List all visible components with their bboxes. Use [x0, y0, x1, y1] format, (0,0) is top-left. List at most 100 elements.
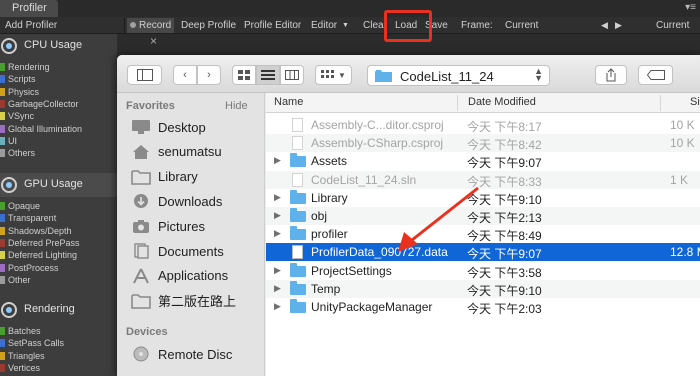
frame-value: Current	[505, 20, 539, 31]
profiler-module-3[interactable]: Rendering	[0, 298, 117, 322]
legend-swatch	[0, 124, 5, 133]
sidebar-item[interactable]: Remote Disc	[131, 344, 232, 364]
deep-profile-button[interactable]: Deep Profile	[178, 18, 239, 33]
tags-button[interactable]	[638, 65, 673, 85]
close-icon[interactable]: ×	[150, 34, 157, 48]
file-date: 今天 下午2:03	[467, 302, 542, 316]
updown-arrows-icon: ▲ ▼	[534, 66, 543, 83]
legend-item[interactable]: Others	[0, 147, 35, 159]
downloads-icon	[131, 193, 151, 209]
legend-label: UI	[8, 135, 17, 146]
legend-label: Vertices	[8, 362, 41, 373]
disclosure-triangle-icon[interactable]: ▶	[274, 283, 281, 294]
sidebar-item[interactable]: Desktop	[131, 117, 206, 137]
sidebar-toggle-button[interactable]	[127, 65, 162, 85]
sidebar-item[interactable]: Library	[131, 167, 198, 187]
editor-dropdown[interactable]: Editor	[308, 18, 340, 33]
sidebar-item[interactable]: 第二版在路上	[131, 291, 236, 311]
sidebar-item[interactable]: Downloads	[131, 191, 222, 211]
file-row[interactable]: ▶ obj 今天 下午2:13	[266, 207, 700, 225]
column-view-button[interactable]	[280, 65, 304, 85]
record-icon	[130, 22, 136, 28]
disclosure-triangle-icon[interactable]: ▶	[274, 210, 281, 221]
legend-item[interactable]: Scripts	[0, 73, 36, 85]
share-button[interactable]	[595, 65, 627, 85]
file-row[interactable]: CodeList_11_24.sln 今天 下午8:33 1 K	[266, 170, 700, 189]
chevron-down-icon: ▼	[338, 70, 346, 80]
file-row[interactable]: ▶ profiler 今天 下午8:49	[266, 225, 700, 243]
disclosure-triangle-icon[interactable]: ▶	[274, 301, 281, 312]
legend-item[interactable]: VSync	[0, 110, 34, 122]
profiler-tab[interactable]: Profiler	[0, 0, 58, 17]
legend-item[interactable]: Rendering	[0, 61, 50, 73]
sidebar-item[interactable]: Documents	[131, 241, 224, 261]
disclosure-triangle-icon[interactable]: ▶	[274, 265, 281, 276]
sidebar-item[interactable]: Applications	[131, 266, 228, 286]
applications-icon	[131, 268, 151, 284]
file-row[interactable]: ▶ Library 今天 下午9:10	[266, 189, 700, 207]
file-row[interactable]: ▶ Assets 今天 下午9:07	[266, 152, 700, 170]
icon-view-button[interactable]	[232, 65, 256, 85]
legend-item[interactable]: Deferred Lighting	[0, 249, 77, 261]
legend-item[interactable]: Triangles	[0, 350, 45, 362]
legend-item[interactable]: Other	[0, 274, 31, 286]
legend-item[interactable]: Vertices	[0, 362, 40, 374]
disclosure-triangle-icon[interactable]: ▶	[274, 228, 281, 239]
column-header-name[interactable]: Name	[274, 96, 303, 108]
sidebar-item-label: Pictures	[158, 218, 205, 234]
hide-favorites-button[interactable]: Hide	[225, 100, 248, 112]
next-frame-icon[interactable]: ▶	[612, 18, 625, 33]
column-header-date[interactable]: Date Modified	[468, 96, 536, 108]
current-frame-button[interactable]: Current	[653, 18, 692, 33]
file-name: ProfilerData_090727.data	[311, 245, 448, 260]
legend-item[interactable]: SetPass Calls	[0, 337, 64, 349]
list-view-button[interactable]	[256, 65, 280, 85]
legend-swatch	[0, 63, 5, 71]
legend-item[interactable]: UI	[0, 135, 17, 147]
forward-button[interactable]: ›	[197, 65, 221, 85]
profiler-module-2[interactable]: GPU Usage	[0, 173, 117, 197]
favorites-header: Favorites	[126, 100, 175, 112]
tab-menu-icon[interactable]: ▾≡	[685, 2, 696, 13]
back-button[interactable]: ‹	[173, 65, 197, 85]
sidebar-item[interactable]: Pictures	[131, 216, 205, 236]
legend-item[interactable]: Transparent	[0, 212, 56, 224]
file-row[interactable]: ▶ Temp 今天 下午9:10	[266, 279, 700, 298]
column-divider[interactable]	[457, 95, 458, 111]
legend-item[interactable]: Opaque	[0, 200, 40, 212]
legend-label: GarbageCollector	[8, 98, 79, 109]
profile-editor-button[interactable]: Profile Editor	[241, 18, 304, 33]
file-size: 10 K	[670, 136, 695, 151]
disclosure-triangle-icon[interactable]: ▶	[274, 155, 281, 166]
editor-dropdown-arrow-icon[interactable]: ▼	[339, 18, 352, 33]
record-button[interactable]: Record	[127, 18, 175, 33]
legend-item[interactable]: PostProcess	[0, 262, 59, 274]
profiler-module-1[interactable]: CPU Usage	[0, 34, 117, 58]
column-view-icon	[285, 70, 299, 80]
column-divider[interactable]	[660, 95, 661, 111]
file-row[interactable]: ▶ UnityPackageManager 今天 下午2:03	[266, 298, 700, 316]
add-profiler-dropdown[interactable]: Add Profiler	[2, 18, 60, 33]
file-row[interactable]: ▶ ProjectSettings 今天 下午3:58	[266, 262, 700, 280]
legend-label: Batches	[8, 326, 41, 336]
arrange-dropdown[interactable]: ▼	[315, 65, 352, 85]
tag-icon	[646, 70, 665, 80]
file-row[interactable]: Assembly-CSharp.csproj 今天 下午8:42 10 K	[266, 134, 700, 153]
legend-item[interactable]: GarbageCollector	[0, 98, 79, 110]
file-row[interactable]: Assembly-C...ditor.csproj 今天 下午8:17 10 K	[266, 116, 700, 134]
legend-item[interactable]: Physics	[0, 86, 39, 98]
legend-item[interactable]: Deferred PrePass	[0, 237, 80, 249]
column-header-size[interactable]: Siz	[690, 96, 700, 108]
chevron-left-icon: ‹	[183, 69, 187, 81]
sidebar-item-label: Applications	[158, 268, 229, 284]
disclosure-triangle-icon[interactable]: ▶	[274, 192, 281, 203]
prev-frame-icon[interactable]: ◀	[598, 18, 611, 33]
folder-icon	[290, 280, 306, 296]
legend-item[interactable]: Global Illumination	[0, 123, 82, 135]
selected-file-row[interactable]: ProfilerData_090727.data 今天 下午9:07 12.8 M	[266, 243, 700, 262]
legend-item[interactable]: Shadows/Depth	[0, 225, 72, 237]
legend-item[interactable]: Batches	[0, 325, 41, 337]
legend-swatch	[0, 275, 5, 284]
path-popup[interactable]: CodeList_11_24 ▲ ▼	[367, 65, 550, 86]
sidebar-item[interactable]: senumatsu	[131, 142, 222, 162]
